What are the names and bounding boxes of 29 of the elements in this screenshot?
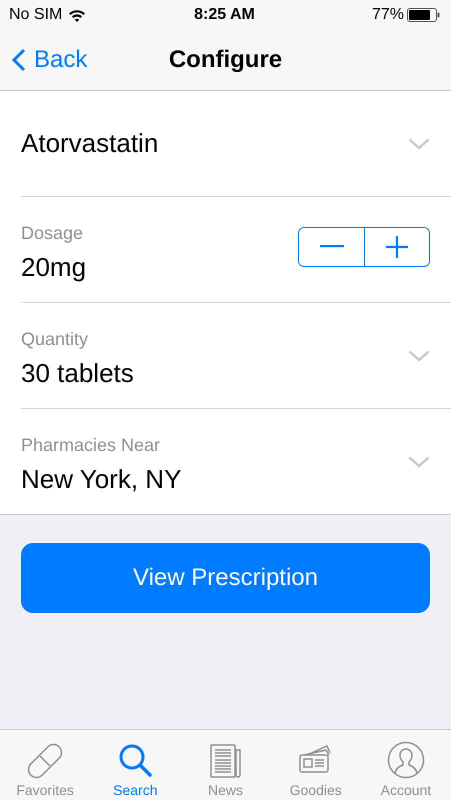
field-value: Atorvastatin (21, 128, 158, 159)
tab[interactable]: Favorites (0, 730, 90, 800)
search-icon (117, 743, 154, 779)
tab[interactable]: Search (90, 730, 180, 800)
field-label: Quantity (21, 328, 88, 350)
field-label: Pharmacies Near (21, 434, 160, 456)
tab[interactable]: Goodies (270, 730, 361, 800)
field-value: 30 tablets (21, 358, 134, 388)
time-label: 8:25 AM (194, 6, 255, 24)
tab[interactable]: News (180, 730, 271, 800)
person-icon (386, 741, 425, 779)
field-label: Dosage (21, 222, 84, 244)
tab[interactable]: Account (360, 730, 451, 800)
chevron-left-icon (12, 48, 26, 72)
carrier-label: No SIM (9, 6, 62, 24)
screen-title: Configure (168, 46, 282, 73)
field-value: New York, NY (21, 464, 182, 494)
newspaper-icon (208, 743, 244, 779)
wifi-icon (68, 8, 86, 22)
plus-icon (386, 236, 408, 258)
battery-icon (407, 8, 440, 22)
field-value: 20mg (21, 252, 86, 282)
minus-icon (320, 245, 344, 248)
view-prescription-button[interactable]: View Prescription (21, 543, 430, 613)
increase-button[interactable] (364, 228, 429, 266)
back-button[interactable]: Back (0, 46, 88, 74)
dosage-stepper[interactable] (298, 226, 430, 266)
battery-percent: 77% (372, 6, 404, 24)
pill-icon (27, 743, 64, 779)
